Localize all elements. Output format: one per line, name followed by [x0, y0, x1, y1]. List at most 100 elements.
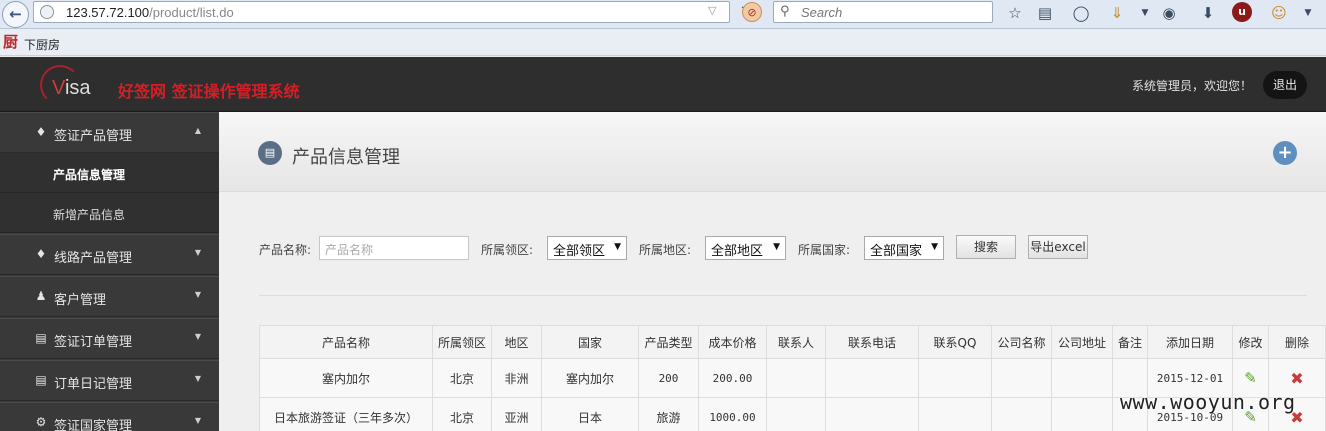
cell-price: 200.00: [698, 358, 767, 398]
chevron-down-icon: ▼: [614, 242, 621, 252]
delete-icon[interactable]: ✖: [1290, 369, 1303, 388]
col-header: 所属领区: [432, 325, 492, 359]
bookmark-star-icon[interactable]: ☆: [1004, 2, 1026, 24]
country-select[interactable]: 全部国家 ▼: [864, 236, 944, 260]
system-title: 好签网 签证操作管理系统: [118, 82, 300, 101]
area-select[interactable]: 全部地区 ▼: [705, 236, 786, 260]
users-icon: ♟: [35, 289, 47, 303]
cell-contact: [766, 358, 826, 398]
cell-address: [1051, 397, 1113, 431]
browser-toolbar: ← 123.57.72.100/product/list.do ▽ ↻ ⊘ ⚲ …: [0, 0, 1326, 29]
user-menu-icon[interactable]: ◉: [1158, 2, 1180, 24]
sidebar-subitem-add-product[interactable]: 新增产品信息: [0, 193, 219, 233]
welcome-text: 系统管理员，欢迎您！: [1132, 79, 1253, 93]
region-select[interactable]: 全部领区 ▼: [547, 236, 627, 260]
overflow-menu-icon[interactable]: ▼: [1297, 2, 1319, 24]
clipboard-icon: ▤: [35, 331, 47, 345]
sidebar-item-visa-orders[interactable]: ▤ 签证订单管理 ▼: [0, 318, 219, 359]
back-icon[interactable]: ←: [2, 1, 29, 28]
table-header-row: 产品名称 所属领区 地区 国家 产品类型 成本价格 联系人 联系电话 联系QQ …: [259, 325, 1326, 359]
caret-down-icon: ▼: [194, 248, 201, 257]
cell-qq: [918, 358, 992, 398]
caret-up-icon: ▲: [194, 126, 201, 135]
search-icon: ⚲: [780, 4, 790, 19]
filter-region-label: 所属领区:: [481, 243, 534, 257]
cell-region: 北京: [432, 397, 492, 431]
cell-company: [991, 358, 1052, 398]
sidebar-item-label: 签证产品管理: [54, 129, 133, 144]
greasemonkey-icon[interactable]: ☺: [1268, 2, 1290, 24]
filter-area-label: 所属地区:: [639, 243, 692, 257]
cell-country: 塞内加尔: [541, 358, 639, 398]
cell-name: 日本旅游签证（三年多次）: [259, 397, 433, 431]
cell-qq: [918, 397, 992, 431]
logo: Visa: [52, 77, 91, 99]
ublock-icon[interactable]: u: [1232, 2, 1252, 22]
clipboard-icon: ▤: [35, 373, 47, 387]
cell-region: 北京: [432, 358, 492, 398]
col-header: 产品名称: [259, 325, 433, 359]
country-select-value: 全部国家: [870, 244, 923, 259]
address-bar[interactable]: 123.57.72.100/product/list.do ▽ ↻: [33, 1, 753, 23]
sidebar-subitem-product-info[interactable]: 产品信息管理: [0, 153, 219, 193]
app-header: Visa 好签网 签证操作管理系统 系统管理员，欢迎您！ 退出: [0, 57, 1326, 112]
cell-area: 亚洲: [491, 397, 542, 431]
bookmark-xiachufang[interactable]: 下厨房: [24, 36, 60, 53]
sidebar-item-visa-country[interactable]: ⚙ 签证国家管理 ▼: [0, 402, 219, 431]
sidebar-item-label: 客户管理: [54, 293, 107, 308]
cell-address: [1051, 358, 1113, 398]
cell-country: 日本: [541, 397, 639, 431]
export-excel-button[interactable]: 导出excel: [1028, 235, 1088, 259]
chevron-down-icon: ▼: [931, 242, 938, 252]
sidebar-item-label: 线路产品管理: [54, 251, 133, 266]
col-header: 联系人: [766, 325, 826, 359]
tag-icon: ♦: [35, 125, 47, 139]
search-button[interactable]: 搜索: [956, 235, 1016, 259]
bookmarks-bar: 厨 下厨房: [0, 30, 1326, 56]
pocket-icon[interactable]: ◯: [1070, 2, 1092, 24]
cell-price: 1000.00: [698, 397, 767, 431]
reading-list-icon[interactable]: ▤: [1034, 2, 1056, 24]
col-header: 修改: [1232, 325, 1269, 359]
cell-type: 旅游: [638, 397, 699, 431]
cell-company: [991, 397, 1052, 431]
sidebar-item-label: 订单日记管理: [54, 377, 133, 392]
url-text[interactable]: 123.57.72.100/product/list.do: [66, 5, 234, 20]
logout-button[interactable]: 退出: [1263, 71, 1307, 99]
area-select-value: 全部地区: [711, 244, 764, 259]
col-header: 地区: [491, 325, 542, 359]
search-input[interactable]: ⚲ Search: [773, 1, 993, 23]
downloads-icon[interactable]: ⬇: [1197, 2, 1219, 24]
product-table: 产品名称 所属领区 地区 国家 产品类型 成本价格 联系人 联系电话 联系QQ …: [259, 325, 1326, 431]
url-dropdown-icon[interactable]: ▽: [708, 4, 716, 17]
cell-phone: [825, 397, 919, 431]
download-helper-icon[interactable]: ⇓: [1106, 2, 1128, 24]
product-name-input[interactable]: 产品名称: [319, 236, 469, 260]
pencil-icon[interactable]: ✎: [1244, 369, 1257, 387]
col-header: 联系QQ: [918, 325, 992, 359]
sidebar-item-order-log[interactable]: ▤ 订单日记管理 ▼: [0, 360, 219, 401]
cell-contact: [766, 397, 826, 431]
col-header: 公司名称: [991, 325, 1052, 359]
tag-icon: ♦: [35, 247, 47, 261]
clipboard-icon: ▤: [258, 141, 282, 165]
sidebar-item-route-product[interactable]: ♦ 线路产品管理 ▼: [0, 234, 219, 275]
col-header: 成本价格: [698, 325, 767, 359]
cell-name: 塞内加尔: [259, 358, 433, 398]
filter-name-label: 产品名称:: [259, 243, 312, 257]
cell-phone: [825, 358, 919, 398]
addon-block-icon[interactable]: ⊘: [742, 2, 762, 22]
globe-icon: [40, 5, 54, 19]
sidebar-item-label: 签证订单管理: [54, 335, 133, 350]
menu-dropdown-icon[interactable]: ▼: [1134, 2, 1156, 24]
url-path: /product/list.do: [149, 5, 234, 20]
chevron-down-icon: ▼: [773, 242, 780, 252]
cell-type: 200: [638, 358, 699, 398]
xiachufang-icon: 厨: [3, 33, 19, 51]
add-button[interactable]: +: [1273, 141, 1297, 165]
filter-country-label: 所属国家:: [798, 243, 851, 257]
caret-down-icon: ▼: [194, 374, 201, 383]
sidebar-item-visa-product[interactable]: ♦ 签证产品管理 ▲: [0, 112, 219, 153]
sidebar: ♦ 签证产品管理 ▲ 产品信息管理 新增产品信息 ♦ 线路产品管理 ▼ ♟ 客户…: [0, 112, 219, 431]
sidebar-item-customers[interactable]: ♟ 客户管理 ▼: [0, 276, 219, 317]
